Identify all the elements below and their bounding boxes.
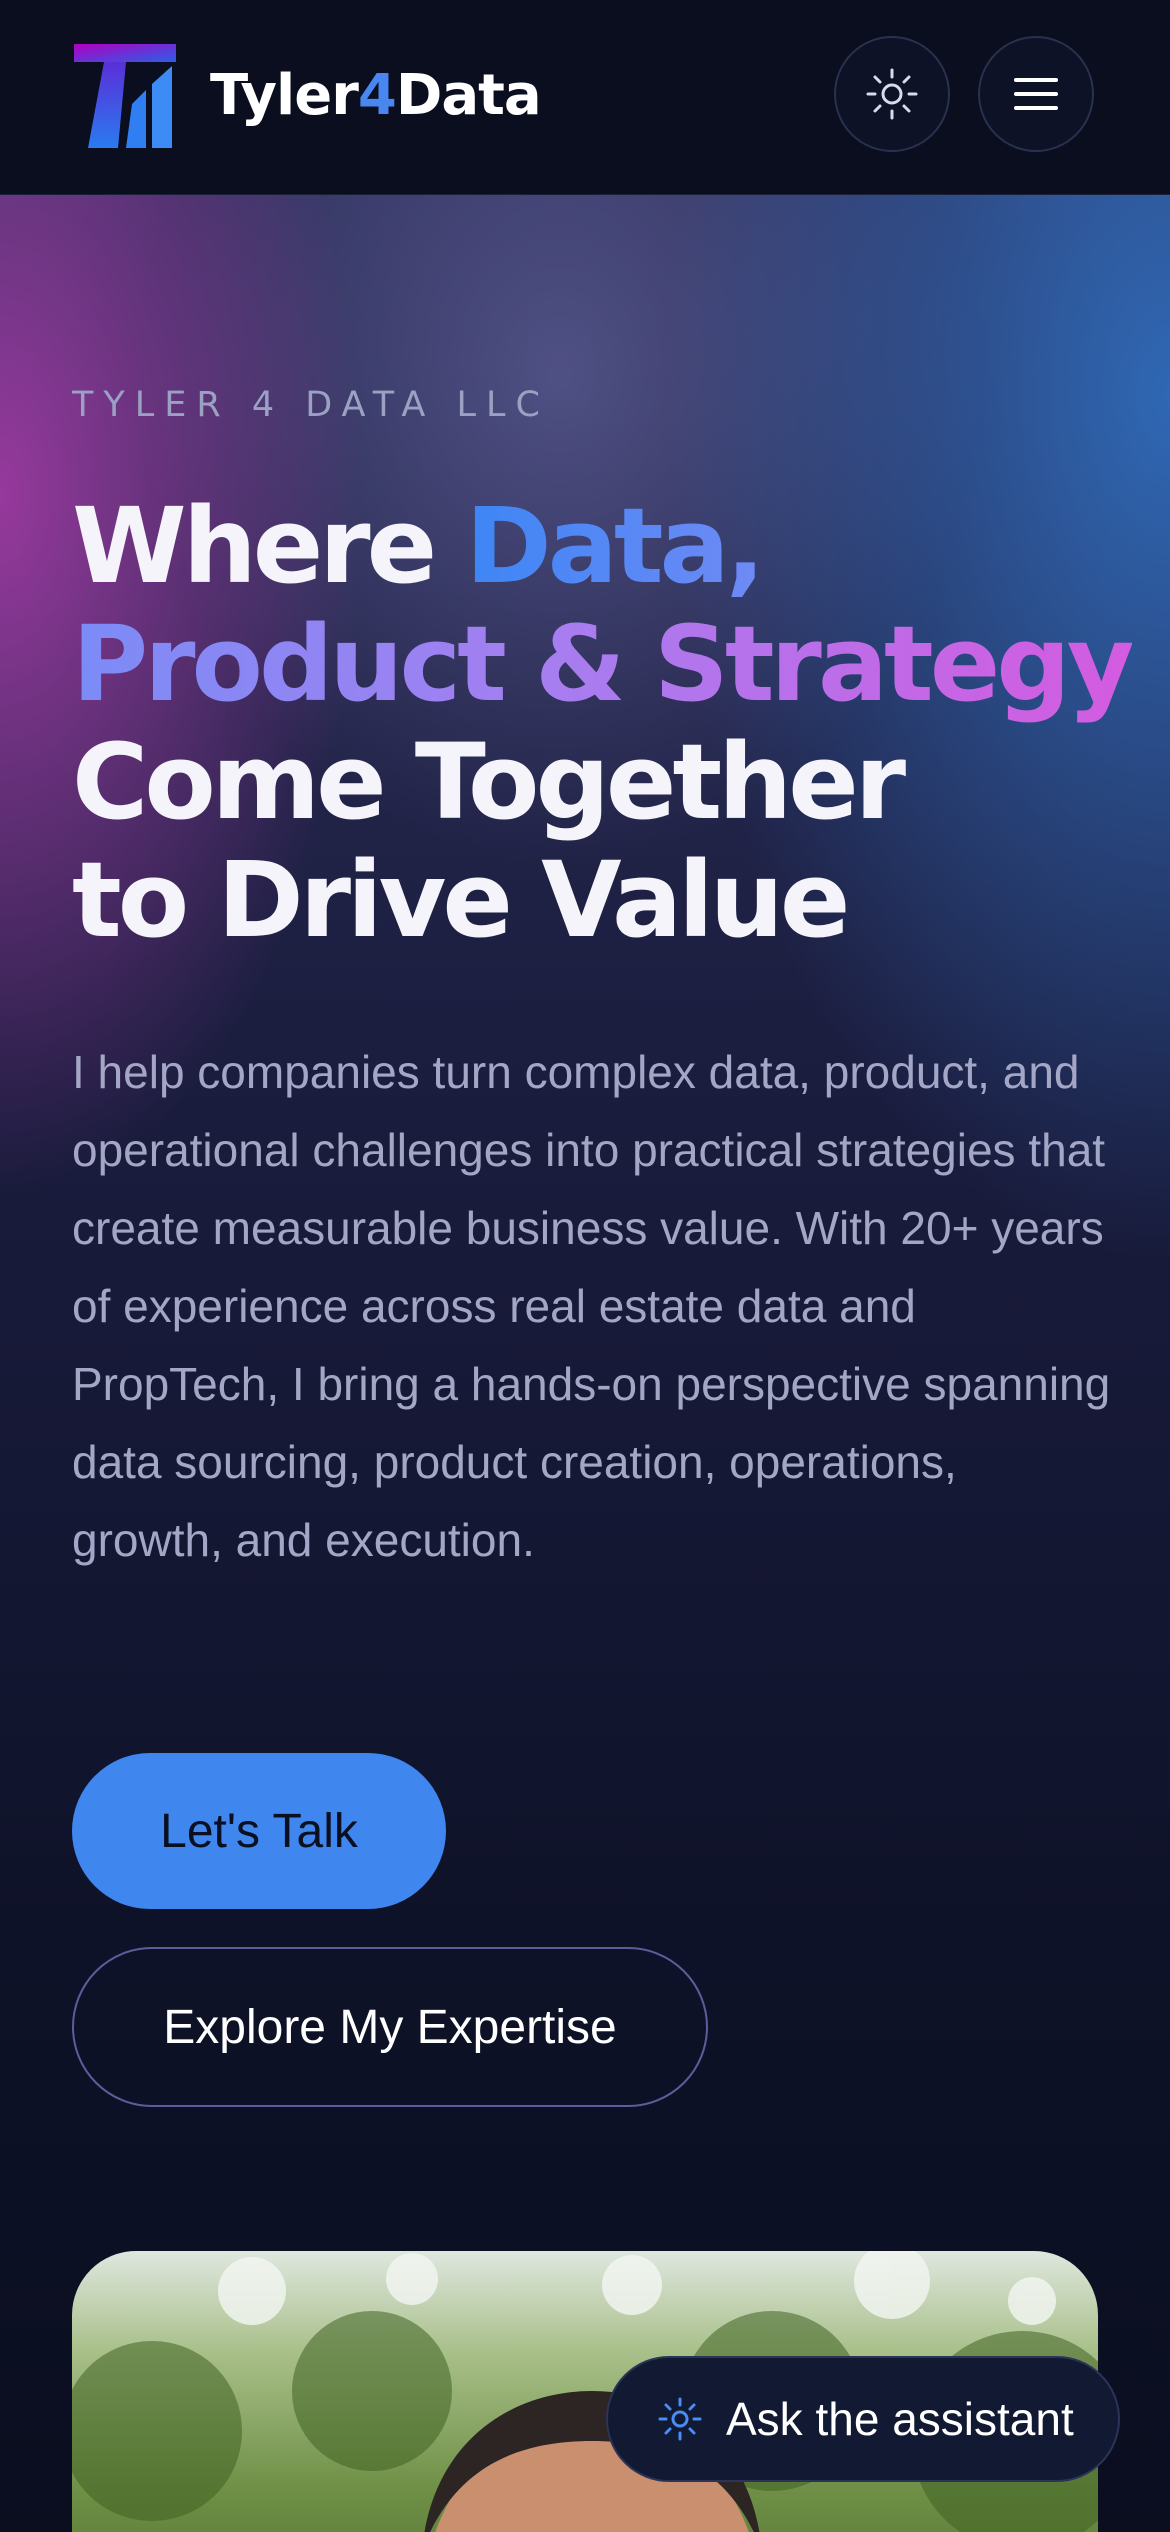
hero-headline: Where Data, Product & Strategy Come Toge…: [72, 485, 1135, 961]
headline-data-accent: Data,: [465, 485, 765, 607]
headline-drive-value: to Drive Value: [72, 839, 850, 961]
menu-button[interactable]: [978, 36, 1094, 152]
logo-icon[interactable]: [74, 44, 176, 148]
sun-icon: [866, 68, 918, 120]
hero-intro-text: I help companies turn complex data, prod…: [72, 1046, 1111, 1566]
ask-assistant-label: Ask the assistant: [726, 2393, 1074, 2445]
hero-section: TYLER 4 DATA LLC Where Data, Product & S…: [0, 195, 1170, 2532]
headline-product-strategy: Product & Strategy: [72, 603, 1135, 725]
ask-assistant-button[interactable]: Ask the assistant: [606, 2356, 1120, 2482]
explore-expertise-button[interactable]: Explore My Expertise: [72, 1947, 708, 2107]
headline-come-together: Come Together: [72, 721, 906, 843]
headline-where: Where: [72, 485, 466, 607]
sparkle-sun-icon: [658, 2397, 702, 2441]
lets-talk-button[interactable]: Let's Talk: [72, 1753, 446, 1909]
site-header: Tyler4Data: [0, 0, 1170, 195]
theme-toggle-button[interactable]: [834, 36, 950, 152]
company-eyebrow: TYLER 4 DATA LLC: [72, 385, 550, 425]
brand-name[interactable]: Tyler4Data: [210, 60, 542, 132]
hamburger-menu-icon: [1014, 78, 1058, 110]
